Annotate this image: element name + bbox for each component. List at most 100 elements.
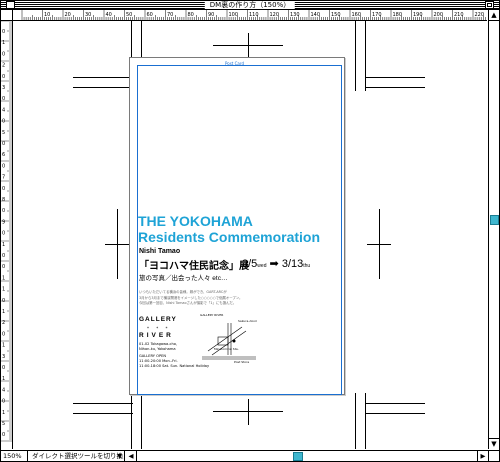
zoom-level-field[interactable]: 150% [1, 451, 28, 461]
scroll-left-arrow-icon[interactable]: ◀ [126, 451, 137, 461]
ruler-label: 0 [2, 163, 5, 169]
ruler-label: 3 [2, 85, 5, 91]
document-window: DM裏の作り方（150%） 10 20 30 40 50 60 70 80 90 100 110 12… [0, 0, 500, 462]
status-bar: 150% ダイレクト選択ツールを切り換え ▼ ◀ ▶ [1, 450, 499, 461]
popup-arrow-icon: ▼ [117, 452, 122, 460]
center-mark [248, 33, 249, 59]
body-text[interactable]: いつもいただいてる横浜の皆様。縁ができ、GART-ARCが 3月から3月まで横濱… [139, 290, 309, 307]
scroll-right-arrow-icon[interactable]: ▶ [477, 451, 488, 461]
ruler-label: 110 [249, 12, 259, 18]
ruler-label: 4 [2, 107, 5, 113]
map-label-street: Sakura-doori [238, 319, 258, 323]
ruler-label: 8 [2, 197, 5, 203]
ruler-label: 60 [147, 12, 153, 18]
title-bar[interactable]: DM裏の作り方（150%） [1, 1, 499, 10]
horizontal-scroll-thumb[interactable] [293, 452, 303, 461]
ruler-label: 0 [2, 331, 5, 337]
crop-mark [355, 21, 356, 91]
center-mark [117, 209, 118, 279]
arrow-right-icon: ➡ [269, 258, 279, 270]
crop-mark [365, 403, 425, 404]
ruler-origin[interactable] [1, 10, 13, 21]
ruler-label: 130 [290, 12, 300, 18]
resize-grip-icon[interactable] [488, 451, 499, 461]
horizontal-scrollbar[interactable]: ◀ ▶ [126, 451, 488, 461]
ruler-label: 5 [2, 130, 5, 136]
crop-mark [365, 77, 425, 78]
gallery-logo-text[interactable]: GALLERY [139, 316, 177, 323]
ruler-label: 190 [413, 12, 423, 18]
ruler-label: 160 [352, 12, 362, 18]
crop-mark [73, 413, 133, 414]
ruler-label: 0 [2, 365, 5, 371]
map-label-gallery: GALLERY RIVER [200, 313, 224, 317]
ruler-label: 0 [2, 51, 5, 57]
headline-line2: Residents Commemoration [138, 229, 321, 245]
ruler-label: 0 [2, 119, 5, 125]
crop-mark [141, 393, 142, 449]
ruler-label: 0 [2, 186, 5, 192]
ruler-label: 10 [44, 12, 50, 18]
scroll-up-arrow-icon[interactable]: ▲ [489, 10, 499, 21]
map-label-station: Minatomirai Sta. [214, 347, 239, 351]
logo-stars: * * * [147, 326, 171, 331]
ruler-label: 40 [106, 12, 112, 18]
date-start: 3/5 [242, 258, 258, 270]
exhibit-title[interactable]: 「ヨコハマ住民記念」展 [139, 257, 249, 272]
artist-name[interactable]: Nishi Tamao [139, 248, 180, 255]
ruler-label: 1 [2, 410, 5, 416]
ruler-label: 2 [2, 63, 5, 69]
ruler-label: 0 [2, 432, 5, 438]
ruler-label: 1 [2, 343, 5, 349]
ruler-label: 170 [372, 12, 382, 18]
ruler-label: 70 [167, 12, 173, 18]
subtitle[interactable]: 旅の写真／出会った人々 etc… [139, 272, 227, 282]
map-label-mark: Post Store [234, 360, 250, 364]
ruler-label: 4 [2, 387, 5, 393]
vertical-scrollbar[interactable]: ▲ ▼ [488, 10, 499, 449]
crop-mark [355, 393, 356, 449]
window-title: DM裏の作り方（150%） [204, 1, 296, 9]
date-start-day: wed [257, 263, 267, 269]
body-line: 今回は第一回目、Nishi Tamaoさんが撮影で「1」にも選んだ。 [139, 301, 237, 305]
ruler-label: 0 [2, 298, 5, 304]
ruler-label: 1 [2, 242, 5, 248]
ruler-label: 140 [311, 12, 321, 18]
crop-mark [73, 87, 133, 88]
ruler-label: 50 [126, 12, 132, 18]
horizontal-ruler[interactable]: 10 20 30 40 50 60 70 80 90 100 110 120 130 140 150 160 1… [13, 10, 487, 21]
ruler-label: 220 [475, 12, 485, 18]
ruler-label: 5 [2, 421, 5, 427]
ruler-label: 2 [2, 320, 5, 326]
vertical-ruler[interactable]: 0 1 0 2 0 3 0 4 0 5 0 6 0 7 0 8 0 9 0 1 0 0 1 1 0 1 2 0 1 3 0 1 4 0 1 5 0 [1, 21, 13, 449]
close-box[interactable] [6, 1, 15, 9]
ruler-label: 200 [434, 12, 444, 18]
zoom-box[interactable] [485, 1, 494, 9]
ruler-label: 100 [229, 12, 239, 18]
crop-mark [73, 77, 133, 78]
ruler-label: 0 [2, 253, 5, 259]
date-end: 3/13 [281, 258, 304, 270]
center-mark [248, 399, 249, 425]
status-popup[interactable]: ダイレクト選択ツールを切り換え ▼ [29, 451, 125, 461]
ruler-label: 0 [2, 96, 5, 102]
headline[interactable]: THE YOKOHAMA Residents Commemoration [138, 213, 320, 245]
ruler-label: 150 [331, 12, 341, 18]
ruler-label: 30 [85, 12, 91, 18]
river-logo-text[interactable]: RIVER [139, 332, 174, 339]
ruler-label: 0 [2, 264, 5, 270]
ruler-label: 120 [270, 12, 280, 18]
crop-mark [365, 87, 425, 88]
exhibit-dates[interactable]: 3/5wed ➡ 3/13thu [242, 257, 310, 270]
vertical-scroll-thumb[interactable] [490, 215, 499, 225]
ruler-label: 210 [454, 12, 464, 18]
center-mark [379, 209, 380, 279]
map-illustration[interactable]: GALLERY RIVER Sakura-doori Post Store Mi… [198, 311, 258, 365]
ruler-label: 1 [2, 287, 5, 293]
scroll-down-arrow-icon[interactable]: ▼ [489, 438, 499, 449]
ruler-label: 9 [2, 219, 5, 225]
ruler-label: 0 [2, 208, 5, 214]
ruler-label: 90 [208, 12, 214, 18]
date-end-day: thu [303, 263, 311, 269]
ruler-label: 80 [188, 12, 194, 18]
